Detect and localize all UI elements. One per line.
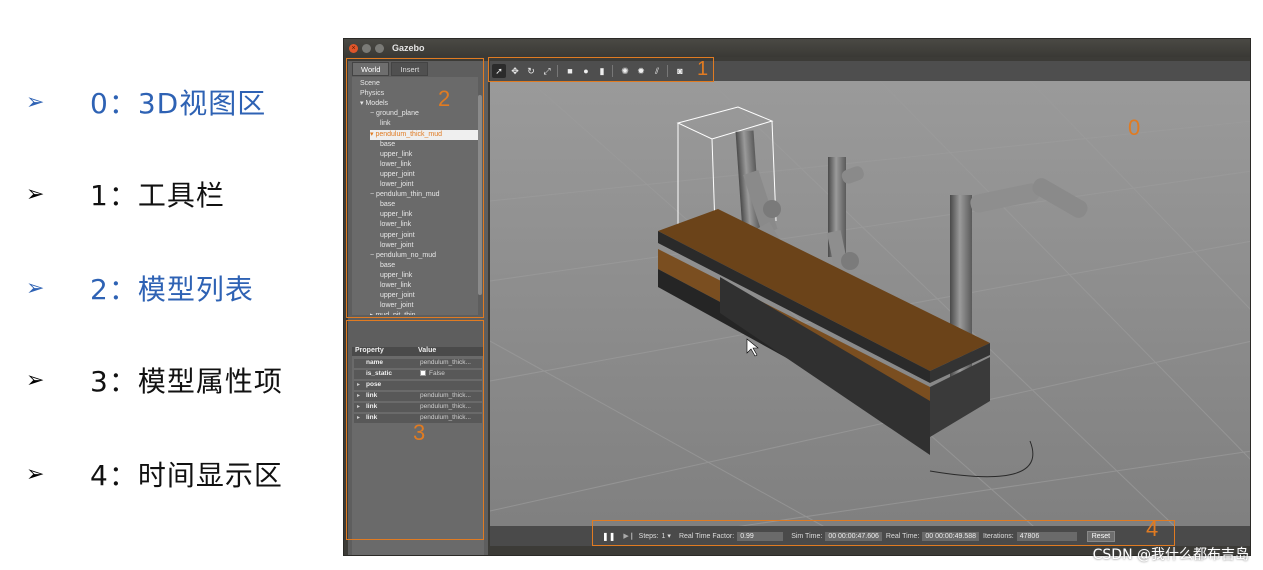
bullet-text: 3：模型属性项: [90, 365, 283, 398]
bullet-item-0: ➢ 0：3D视图区: [26, 80, 266, 124]
bullet-arrow-icon: ➢: [26, 89, 45, 115]
bullet-arrow-icon: ➢: [26, 367, 45, 393]
annotation-number-1: 1: [697, 58, 709, 80]
annotation-number-0: 0: [1128, 115, 1141, 140]
bullet-text: 1：工具栏: [90, 179, 225, 212]
bullet-arrow-icon: ➢: [26, 275, 45, 301]
3d-scene: [490, 81, 1250, 541]
3d-viewport[interactable]: [490, 81, 1250, 541]
window-minimize-icon[interactable]: [362, 43, 371, 53]
bullet-text: 0：3D视图区: [90, 87, 267, 120]
annotation-frame-4: [592, 520, 1175, 546]
bullet-text: 4：时间显示区: [90, 459, 283, 492]
annotation-frame-2: [346, 58, 484, 318]
csdn-watermark: CSDN @我什么都布吉岛: [1092, 547, 1249, 563]
window-maximize-icon[interactable]: [375, 43, 384, 53]
window-close-icon[interactable]: ×: [349, 43, 358, 53]
bullet-item-2: ➢ 2：模型列表: [26, 266, 254, 310]
bullet-arrow-icon: ➢: [26, 181, 45, 207]
bullet-item-4: ➢ 4：时间显示区: [26, 452, 283, 496]
annotation-frame-1: [488, 57, 714, 82]
window-title: Gazebo: [392, 43, 425, 53]
bullet-text: 2：模型列表: [90, 273, 254, 306]
annotation-number-2: 2: [438, 86, 451, 111]
bullet-arrow-icon: ➢: [26, 461, 45, 487]
bullet-item-3: ➢ 3：模型属性项: [26, 358, 283, 402]
title-bar: × Gazebo: [344, 39, 1250, 57]
annotation-number-4: 4: [1146, 516, 1159, 541]
annotation-number-3: 3: [413, 420, 426, 445]
bullet-item-1: ➢ 1：工具栏: [26, 172, 225, 216]
